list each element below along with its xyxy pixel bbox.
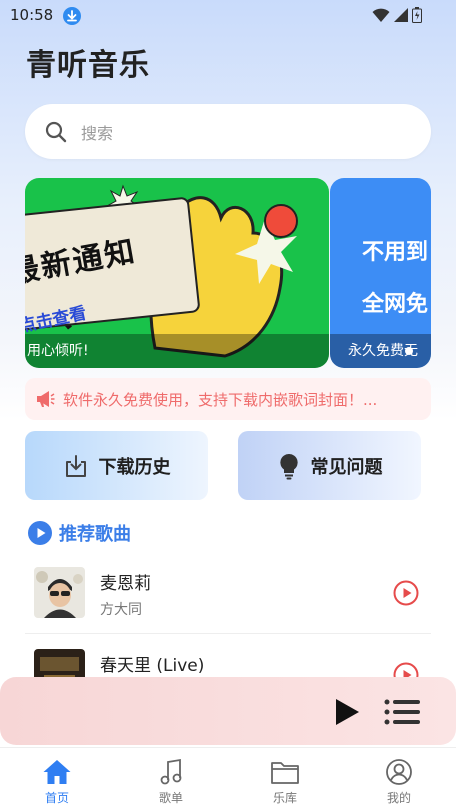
download-history-label: 下载历史 xyxy=(98,456,171,478)
nav-playlist[interactable]: 歌单 xyxy=(114,748,228,811)
section-title: 推荐歌曲 xyxy=(59,524,131,545)
banner-free[interactable]: 不用到 全网免 永久免费无 xyxy=(330,178,431,368)
profile-icon xyxy=(386,759,412,785)
lightbulb-icon xyxy=(279,453,298,479)
banner-headline: 最新通知 xyxy=(25,234,139,291)
status-time: 10:58 xyxy=(10,6,54,24)
nav-home-label: 首页 xyxy=(44,791,69,805)
play-song-button[interactable] xyxy=(393,580,419,606)
banner-caption: 用心倾听! xyxy=(25,334,329,368)
music-note-icon xyxy=(160,758,182,785)
mini-player-play-button[interactable] xyxy=(333,697,361,727)
bottom-nav: 首页 歌单 乐库 我的 xyxy=(0,747,456,811)
recommended-section-header: 推荐歌曲 xyxy=(28,520,131,546)
song-title: 春天里 (Live) xyxy=(100,656,205,676)
download-icon xyxy=(65,454,86,477)
download-history-button[interactable]: 下载历史 xyxy=(25,431,208,500)
mini-player[interactable] xyxy=(0,677,456,745)
song-title: 麦恩莉 xyxy=(100,574,151,594)
faq-button[interactable]: 常见问题 xyxy=(238,431,421,500)
banner-paper: 最新通知 点击查看 xyxy=(25,196,201,337)
megaphone-icon xyxy=(37,391,55,407)
nav-profile[interactable]: 我的 xyxy=(342,748,456,811)
app-title: 青听音乐 xyxy=(26,48,150,83)
nav-home[interactable]: 首页 xyxy=(0,748,114,811)
folder-icon xyxy=(271,762,299,784)
carousel-indicator-dot xyxy=(405,347,413,355)
banner-2-line-1: 不用到 xyxy=(362,240,429,265)
nav-library[interactable]: 乐库 xyxy=(228,748,342,811)
banner-2-caption: 永久免费无 xyxy=(330,334,431,368)
banner-notice[interactable]: 最新通知 点击查看 用心倾听! xyxy=(25,178,329,368)
album-cover xyxy=(34,567,85,618)
download-notification-icon xyxy=(63,7,81,25)
signal-icon xyxy=(394,8,408,22)
search-placeholder: 搜索 xyxy=(81,123,114,143)
playlist-icon[interactable] xyxy=(384,699,420,725)
status-bar: 10:58 xyxy=(0,0,456,30)
nav-library-label: 乐库 xyxy=(272,791,297,805)
search-bar[interactable]: 搜索 xyxy=(25,104,431,159)
battery-icon xyxy=(412,7,422,23)
wifi-icon xyxy=(372,8,390,22)
faq-label: 常见问题 xyxy=(310,456,383,478)
status-icons xyxy=(372,7,422,23)
home-icon xyxy=(43,760,71,784)
nav-profile-label: 我的 xyxy=(386,791,411,805)
notice-bar[interactable]: 软件永久免费使用，支持下载内嵌歌词封面！... xyxy=(25,378,431,420)
search-icon xyxy=(45,121,67,142)
song-row[interactable]: 麦恩莉 方大同 xyxy=(0,561,456,631)
play-circle-icon xyxy=(28,521,52,545)
song-artist: 方大同 xyxy=(100,602,142,618)
notice-text: 软件永久免费使用，支持下载内嵌歌词封面！... xyxy=(63,390,378,409)
nav-playlist-label: 歌单 xyxy=(158,791,183,805)
divider xyxy=(25,633,431,634)
banner-2-line-2: 全网免 xyxy=(362,292,429,317)
